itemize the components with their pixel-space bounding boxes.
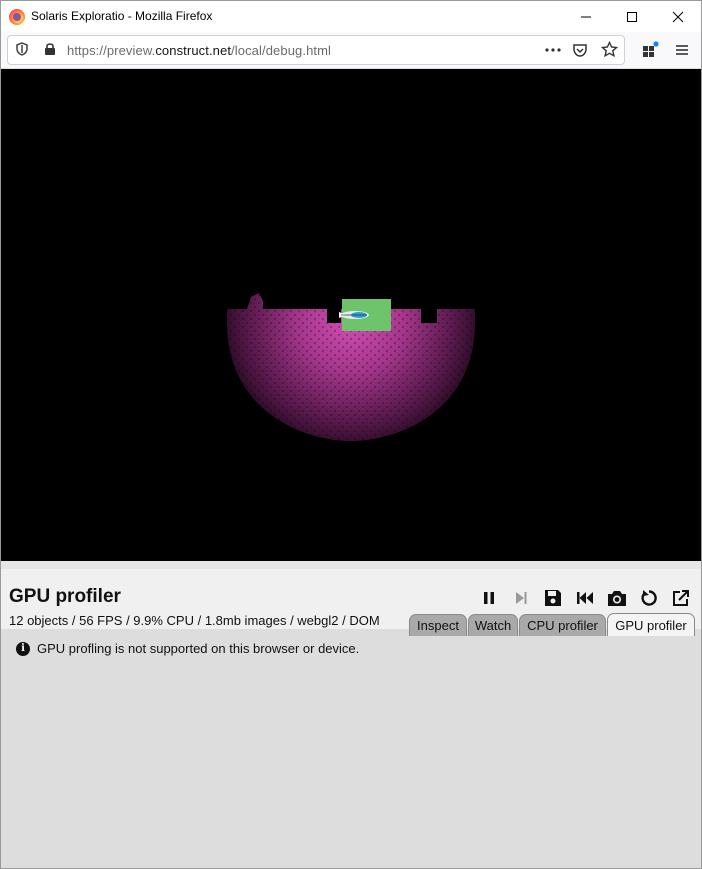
- pause-button[interactable]: [478, 587, 500, 609]
- tracking-shield-icon[interactable]: [15, 42, 29, 56]
- window-title: Solaris Exploratio - Mozilla Firefox: [31, 9, 213, 23]
- tab-watch[interactable]: Watch: [468, 614, 518, 636]
- screenshot-button[interactable]: [606, 587, 628, 609]
- pocket-icon[interactable]: [572, 42, 588, 58]
- game-scene: [227, 293, 475, 441]
- url-prefix: https://preview.: [67, 43, 156, 58]
- url-host: construct.net: [155, 43, 232, 58]
- minimize-icon: [581, 16, 591, 17]
- reload-button[interactable]: [638, 587, 660, 609]
- rewind-icon: [577, 592, 593, 604]
- info-icon: i: [16, 641, 30, 656]
- unsupported-notice: i GPU profling is not supported on this …: [16, 641, 359, 656]
- maximize-icon: [627, 11, 637, 22]
- tab-gpu-profiler[interactable]: GPU profiler: [607, 613, 695, 636]
- lock-icon[interactable]: [43, 42, 57, 56]
- url-path: /local/debug.html: [231, 43, 332, 58]
- url-text[interactable]: https://preview.construct.net/local/debu…: [67, 43, 331, 58]
- title-bar: Solaris Exploratio - Mozilla Firefox: [1, 1, 701, 32]
- notice-text: GPU profling is not supported on this br…: [37, 641, 360, 656]
- tab-inspect[interactable]: Inspect: [409, 614, 467, 636]
- browser-window: Solaris Exploratio - Mozilla Firefox htt…: [0, 0, 702, 869]
- page-title: GPU profiler: [9, 586, 121, 607]
- navigation-bar: https://preview.construct.net/local/debu…: [1, 32, 701, 69]
- stats-readout: 12 objects / 56 FPS / 9.9% CPU / 1.8mb i…: [9, 613, 380, 628]
- step-forward-icon: [516, 592, 527, 604]
- firefox-logo-icon: [9, 9, 25, 25]
- pause-icon: [484, 592, 494, 604]
- tab-cpu-profiler[interactable]: CPU profiler: [519, 614, 606, 636]
- reload-icon: [641, 590, 657, 606]
- menu-icon[interactable]: [674, 42, 690, 58]
- extensions-icon[interactable]: [641, 41, 659, 59]
- step-button[interactable]: [510, 587, 532, 609]
- game-canvas[interactable]: [1, 69, 701, 561]
- maximize-button[interactable]: [609, 1, 655, 32]
- bookmark-star-icon[interactable]: [601, 41, 618, 58]
- save-button[interactable]: [542, 587, 564, 609]
- camera-icon: [608, 591, 626, 606]
- close-icon: [672, 11, 684, 22]
- url-bar[interactable]: https://preview.construct.net/local/debu…: [7, 35, 625, 65]
- page-actions-icon[interactable]: [544, 43, 562, 57]
- external-link-icon: [673, 590, 689, 606]
- minimize-button[interactable]: [563, 1, 609, 32]
- save-icon: [545, 590, 561, 606]
- restart-button[interactable]: [574, 587, 596, 609]
- debugger-header: GPU profiler 12 objects / 56 FPS / 9.9% …: [1, 561, 701, 636]
- debugger-panel: GPU profiler 12 objects / 56 FPS / 9.9% …: [1, 561, 701, 868]
- popout-button[interactable]: [670, 587, 692, 609]
- close-button[interactable]: [655, 1, 701, 32]
